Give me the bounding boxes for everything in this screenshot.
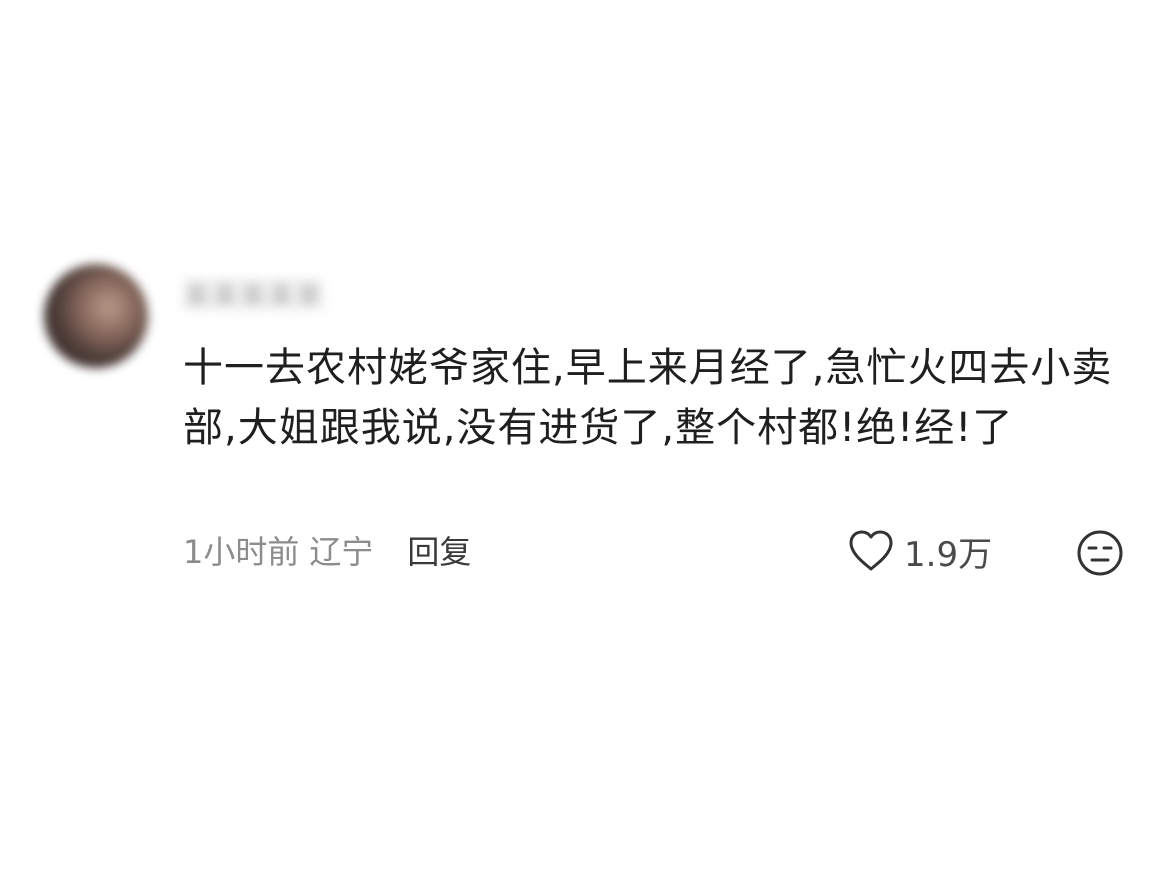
neutral-face-icon bbox=[1077, 530, 1123, 576]
reply-button[interactable]: 回复 bbox=[407, 527, 471, 573]
heart-outline-icon bbox=[849, 530, 893, 571]
reaction-button[interactable] bbox=[1075, 528, 1125, 578]
comment-text: 十一去农村姥爷家住,早上来月经了,急忙火四去小卖部,大姐跟我说,没有进货了,整个… bbox=[183, 345, 1113, 451]
comment-meta: 1小时前 辽宁 回复 bbox=[183, 527, 471, 573]
comment-item: 某某某某某 十一去农村姥爷家住,早上来月经了,急忙火四去小卖部,大姐跟我说,没有… bbox=[0, 0, 1170, 878]
comment-time: 1小时前 bbox=[183, 533, 300, 571]
like-count: 1.9万 bbox=[904, 534, 993, 575]
like-button[interactable]: 1.9万 bbox=[846, 526, 992, 576]
comment-location: 辽宁 bbox=[309, 533, 374, 571]
avatar[interactable] bbox=[44, 264, 148, 368]
username[interactable]: 某某某某某 bbox=[183, 276, 373, 316]
